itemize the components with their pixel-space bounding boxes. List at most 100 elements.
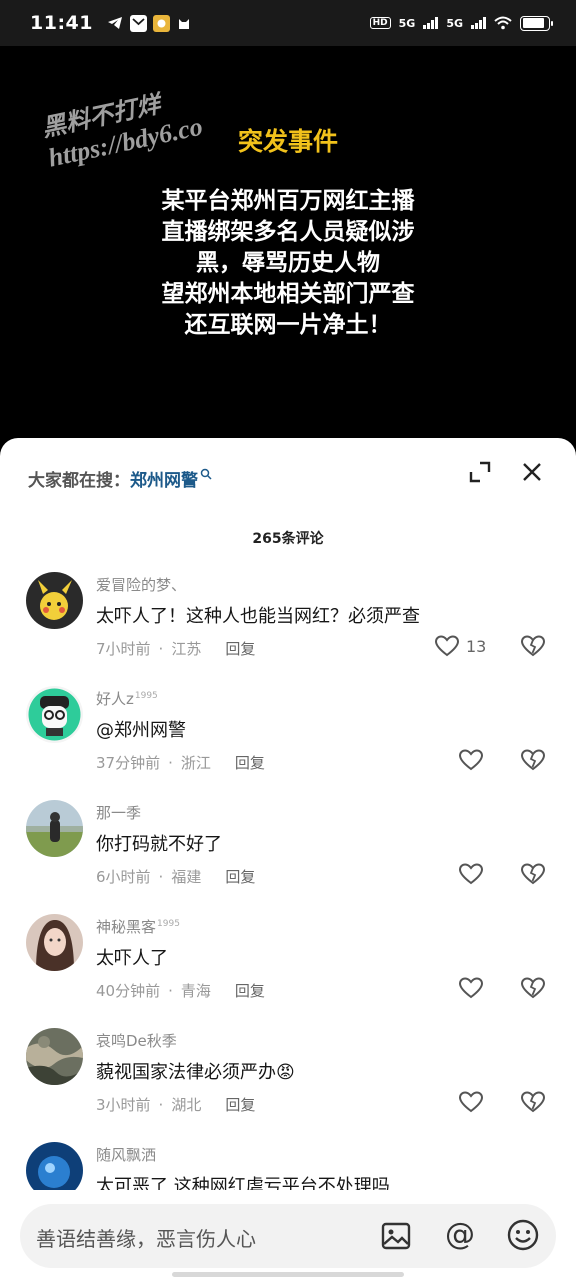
cat-icon <box>176 15 193 32</box>
emoji-icon[interactable] <box>506 1218 540 1252</box>
reply-button[interactable]: 回复 <box>225 638 255 659</box>
comment-item: 好人z1995 @郑州网警 37分钟前 · 浙江 回复 <box>0 686 576 800</box>
video-caption: 某平台郑州百万网红主播 直播绑架多名人员疑似涉 黑，辱骂历史人物 望郑州本地相关… <box>0 186 576 341</box>
heart-icon <box>458 749 484 771</box>
avatar[interactable] <box>26 800 83 857</box>
mail-icon <box>129 14 147 32</box>
like-button[interactable] <box>458 1090 484 1114</box>
comment-time: 37分钟前 <box>96 754 161 772</box>
network-type-2: 5G <box>446 16 463 30</box>
commenter-name[interactable]: 爱冒险的梦、 <box>96 574 186 595</box>
broken-heart-icon[interactable] <box>520 1090 546 1114</box>
broken-heart-icon[interactable] <box>520 976 546 1000</box>
notification-icons <box>107 14 193 32</box>
comment-time: 7小时前 <box>96 640 151 658</box>
comment-text: @郑州网警 <box>96 720 186 741</box>
like-count: 13 <box>466 636 487 656</box>
comment-sheet: 大家都在搜： 郑州网警 265条评论 爱冒险的梦、 太吓人了！这种人也能当网红？… <box>0 438 576 1280</box>
caption-line: 某平台郑州百万网红主播 <box>161 188 415 214</box>
comment-item: 那一季 你打码就不好了 6小时前 · 福建 回复 <box>0 800 576 914</box>
telegram-icon <box>107 15 124 32</box>
input-placeholder: 善语结善缘，恶言伤人心 <box>36 1227 256 1251</box>
meta-separator: · <box>158 639 164 658</box>
reply-button[interactable]: 回复 <box>225 1094 255 1115</box>
network-type-1: 5G <box>398 16 416 30</box>
like-button[interactable]: 13 <box>434 634 486 658</box>
like-button[interactable] <box>458 862 484 886</box>
meta-separator: · <box>158 1095 164 1114</box>
signal-icon <box>423 17 439 29</box>
commenter-name[interactable]: 随风飘洒 <box>96 1144 156 1165</box>
comment-time: 6小时前 <box>96 868 151 886</box>
avatar[interactable] <box>26 1028 83 1085</box>
comment-item: 爱冒险的梦、 太吓人了！这种人也能当网红？必须严查 7小时前 · 江苏 回复 1… <box>0 572 576 686</box>
home-indicator[interactable] <box>172 1272 404 1277</box>
commenter-name[interactable]: 那一季 <box>96 802 141 823</box>
comment-text: 太吓人了！这种人也能当网红？必须严查 <box>96 606 420 627</box>
comment-count: 265条评论 <box>252 531 324 547</box>
comment-input-bar: 善语结善缘，恶言伤人心 @ <box>0 1190 576 1280</box>
comment-meta: 6小时前 · 福建 回复 <box>96 866 255 887</box>
comment-item: 神秘黑客1995 太吓人了 40分钟前 · 青海 回复 <box>0 914 576 1028</box>
comment-input[interactable]: 善语结善缘，恶言伤人心 @ <box>20 1204 556 1268</box>
comment-text: 藐视国家法律必须严办😡 <box>96 1062 295 1083</box>
status-time: 11:41 <box>30 12 93 34</box>
search-suggestion[interactable]: 大家都在搜： 郑州网警 <box>28 466 212 491</box>
avatar[interactable] <box>26 686 83 743</box>
expand-icon[interactable] <box>468 460 492 484</box>
comment-time: 40分钟前 <box>96 982 161 1000</box>
comment-location: 湖北 <box>171 1096 202 1114</box>
heart-icon <box>458 863 484 885</box>
comment-location: 青海 <box>180 982 211 1000</box>
comment-meta: 37分钟前 · 浙江 回复 <box>96 752 265 773</box>
caption-line: 还互联网一片净土！ <box>184 312 392 338</box>
search-prefix: 大家都在搜： <box>28 471 130 491</box>
comment-location: 江苏 <box>171 640 202 658</box>
image-icon[interactable] <box>380 1220 412 1252</box>
heart-icon <box>434 635 460 657</box>
like-button[interactable] <box>458 976 484 1000</box>
user-badge: 1995 <box>157 919 180 929</box>
commenter-name[interactable]: 神秘黑客1995 <box>96 916 180 937</box>
reply-button[interactable]: 回复 <box>225 866 255 887</box>
video-area[interactable]: 黑料不打烊 https://bdy6.co 突发事件 某平台郑州百万网红主播 直… <box>0 46 576 446</box>
comment-item: 哀鸣De秋季 藐视国家法律必须严办😡 3小时前 · 湖北 回复 <box>0 1028 576 1142</box>
caption-line: 直播绑架多名人员疑似涉 <box>161 219 415 245</box>
reply-button[interactable]: 回复 <box>235 980 265 1001</box>
broken-heart-icon[interactable] <box>520 748 546 772</box>
video-title: 突发事件 <box>237 127 338 156</box>
reply-button[interactable]: 回复 <box>235 752 265 773</box>
comment-text: 你打码就不好了 <box>96 834 222 855</box>
meta-separator: · <box>168 753 173 772</box>
caption-line: 黑，辱骂历史人物 <box>196 250 380 276</box>
meta-separator: · <box>168 981 173 1000</box>
comment-meta: 7小时前 · 江苏 回复 <box>96 638 255 659</box>
comment-meta: 40分钟前 · 青海 回复 <box>96 980 265 1001</box>
app-icon <box>152 14 170 32</box>
commenter-name[interactable]: 好人z1995 <box>96 688 158 709</box>
comment-text: 太吓人了 <box>96 948 168 969</box>
user-badge: 1995 <box>134 691 158 701</box>
comment-location: 福建 <box>171 868 202 886</box>
heart-icon <box>458 977 484 999</box>
wifi-icon <box>494 16 512 30</box>
broken-heart-icon[interactable] <box>520 634 546 658</box>
avatar[interactable] <box>26 572 83 629</box>
comment-time: 3小时前 <box>96 1096 151 1114</box>
search-term-link[interactable]: 郑州网警 <box>130 466 198 491</box>
like-button[interactable] <box>458 748 484 772</box>
avatar[interactable] <box>26 914 83 971</box>
hd-badge: HD <box>369 17 391 29</box>
broken-heart-icon[interactable] <box>520 862 546 886</box>
status-right: HD 5G 5G <box>369 15 553 31</box>
comment-meta: 3小时前 · 湖北 回复 <box>96 1094 255 1115</box>
commenter-name[interactable]: 哀鸣De秋季 <box>96 1030 177 1051</box>
caption-line: 望郑州本地相关部门严查 <box>161 281 415 307</box>
comment-location: 浙江 <box>180 754 211 772</box>
status-bar: 11:41 HD 5G 5G <box>0 0 576 46</box>
mention-button[interactable]: @ <box>442 1217 478 1253</box>
battery-icon <box>520 15 553 31</box>
close-icon[interactable] <box>518 458 546 486</box>
search-icon <box>200 468 212 484</box>
signal-icon-2 <box>471 17 486 29</box>
